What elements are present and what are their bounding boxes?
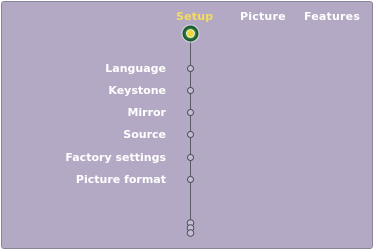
menu-item-factory-settings[interactable]: Factory settings [65,151,166,164]
osd-menu-screen: Setup Picture Features Language Keystone… [1,1,373,249]
tab-features[interactable]: Features [304,10,360,23]
menu-node-icon [187,131,194,138]
menu-node-icon [187,65,194,72]
menu-node-icon [187,154,194,161]
menu-node-icon [187,176,194,183]
menu-node-icon [187,87,194,94]
menu-item-picture-format[interactable]: Picture format [76,173,166,186]
more-items-icon [186,219,195,239]
menu-node-icon [187,109,194,116]
menu-item-mirror[interactable]: Mirror [127,106,166,119]
menu-item-language[interactable]: Language [105,62,166,75]
tab-setup[interactable]: Setup [176,10,213,23]
tab-picture[interactable]: Picture [240,10,286,23]
menu-item-keystone[interactable]: Keystone [108,84,166,97]
setup-selector-icon [181,24,200,43]
menu-item-source[interactable]: Source [123,128,166,141]
